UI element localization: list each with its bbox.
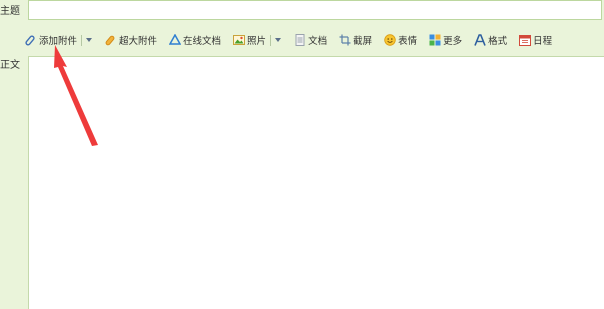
screenshot-icon [339, 34, 351, 46]
document-button[interactable]: 文档 [293, 31, 328, 49]
calendar-label: 日程 [533, 36, 553, 47]
photo-dropdown[interactable] [275, 38, 282, 42]
message-body-editor[interactable] [28, 56, 604, 309]
calendar-icon [519, 34, 532, 46]
toolbar-split [81, 34, 83, 46]
paperclip-icon [25, 34, 37, 46]
more-label: 更多 [443, 36, 463, 47]
add-attachment-label: 添加附件 [39, 36, 78, 47]
photo-label: 照片 [247, 36, 267, 47]
document-icon [294, 34, 306, 46]
emoji-label: 表情 [398, 36, 418, 47]
format-button[interactable]: 格式 [473, 31, 508, 49]
body-label: 正文 [0, 60, 20, 71]
paperclip-icon [105, 34, 117, 46]
large-attachment-label: 超大附件 [119, 36, 158, 47]
emoji-button[interactable]: 表情 [383, 31, 418, 49]
calendar-button[interactable]: 日程 [518, 31, 553, 49]
more-icon [429, 34, 441, 46]
screenshot-label: 截屏 [353, 36, 373, 47]
document-label: 文档 [308, 36, 328, 47]
more-button[interactable]: 更多 [428, 31, 463, 49]
format-icon [474, 34, 486, 46]
large-attachment-button[interactable]: 超大附件 [104, 31, 158, 49]
photo-button[interactable]: 照片 [232, 31, 267, 49]
emoji-icon [384, 34, 396, 46]
online-doc-button[interactable]: 在线文档 [168, 31, 222, 49]
editor-toolbar: 添加附件 超大附件 在线文档 照片 文档 截屏 表情 更多 格式 日程 [24, 31, 553, 49]
format-label: 格式 [488, 36, 508, 47]
subject-input[interactable] [28, 0, 602, 20]
photo-icon [233, 34, 246, 46]
add-attachment-dropdown[interactable] [86, 38, 93, 42]
add-attachment-button[interactable]: 添加附件 [24, 31, 78, 49]
screenshot-button[interactable]: 截屏 [338, 31, 373, 49]
toolbar-split [270, 34, 272, 46]
subject-label: 主题 [0, 6, 20, 17]
drive-icon [169, 34, 182, 46]
online-doc-label: 在线文档 [183, 36, 222, 47]
